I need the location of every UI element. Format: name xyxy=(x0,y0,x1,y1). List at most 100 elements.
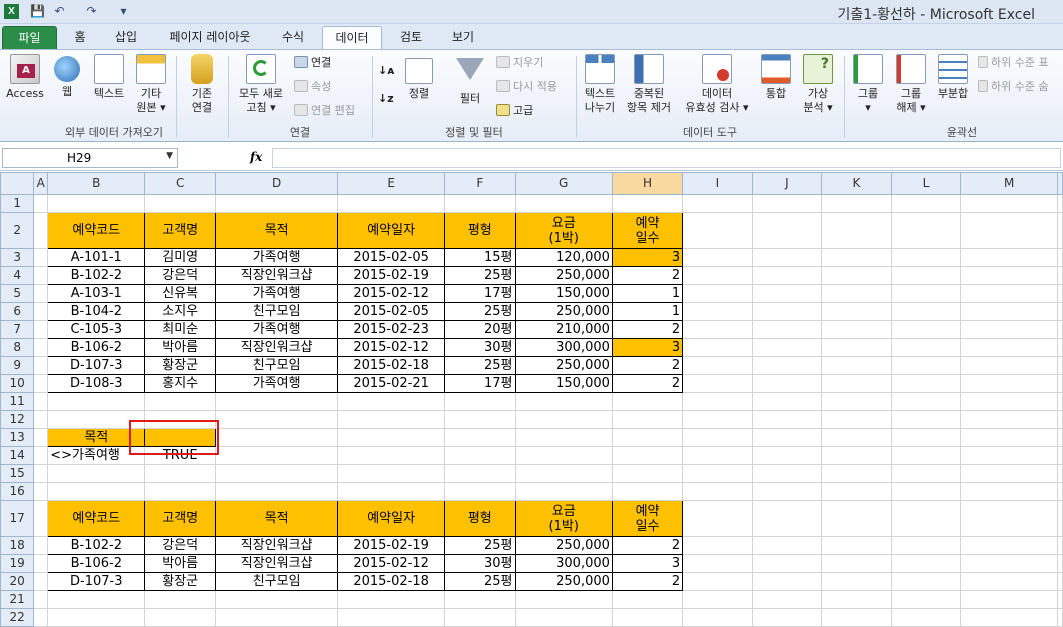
table-cell-b18[interactable]: B-102-2 xyxy=(47,536,146,555)
cell-j16[interactable] xyxy=(751,482,823,501)
cell-f16[interactable] xyxy=(444,482,516,501)
other-sources-button[interactable]: 기타 원본 ▾ xyxy=(132,54,170,115)
cell-k1[interactable] xyxy=(821,194,892,213)
cell-i12[interactable] xyxy=(682,410,753,429)
cell-m2[interactable] xyxy=(960,212,1058,249)
customize-qat-icon[interactable]: ▾ xyxy=(116,4,131,19)
table-cell-f8[interactable]: 30평 xyxy=(444,338,516,357)
cell-k2[interactable] xyxy=(821,212,892,249)
cell-m15[interactable] xyxy=(960,464,1058,483)
cell-m17[interactable] xyxy=(960,500,1058,537)
column-header-b[interactable]: B xyxy=(47,172,146,195)
column-header-d[interactable]: D xyxy=(215,172,339,195)
cell-h1[interactable] xyxy=(611,194,684,213)
cell-k13[interactable] xyxy=(821,428,892,447)
cell-j18[interactable] xyxy=(751,536,823,555)
table-cell-b7[interactable]: C-105-3 xyxy=(47,320,146,339)
table-cell-c10[interactable]: 홍지수 xyxy=(144,374,217,393)
cell-j5[interactable] xyxy=(751,284,823,303)
what-if-analysis-button[interactable]: ? 가상 분석 ▾ xyxy=(798,54,838,115)
table-header-cell[interactable]: 목적 xyxy=(215,212,339,249)
table-header-cell[interactable]: 예약 일수 xyxy=(611,212,684,249)
cell-a21[interactable] xyxy=(33,590,49,609)
table-cell-c6[interactable]: 소지우 xyxy=(144,302,217,321)
cell-c11[interactable] xyxy=(144,392,217,411)
cell-m18[interactable] xyxy=(960,536,1058,555)
table-cell-e18[interactable]: 2015-02-19 xyxy=(337,536,446,555)
cell-d14[interactable] xyxy=(215,446,339,465)
cell-c21[interactable] xyxy=(144,590,217,609)
cell-b11[interactable] xyxy=(47,392,146,411)
table-cell-f9[interactable]: 25평 xyxy=(444,356,516,375)
cell-l3[interactable] xyxy=(890,248,962,267)
cell-a18[interactable] xyxy=(33,536,49,555)
column-header-h[interactable]: H xyxy=(611,172,684,195)
table-header-cell[interactable]: 예약일자 xyxy=(337,500,446,537)
cell-k14[interactable] xyxy=(821,446,892,465)
cell-j2[interactable] xyxy=(751,212,823,249)
row-header-6[interactable]: 6 xyxy=(0,302,35,321)
row-header-22[interactable]: 22 xyxy=(0,608,35,627)
cell-e12[interactable] xyxy=(337,410,446,429)
row-header-12[interactable]: 12 xyxy=(0,410,35,429)
cell-k22[interactable] xyxy=(821,608,892,627)
row-header-17[interactable]: 17 xyxy=(0,500,35,537)
row-header-19[interactable]: 19 xyxy=(0,554,35,573)
cell-i19[interactable] xyxy=(682,554,753,573)
table-cell-f3[interactable]: 15평 xyxy=(444,248,516,267)
table-cell-g20[interactable]: 250,000 xyxy=(514,572,613,591)
table-cell-e7[interactable]: 2015-02-23 xyxy=(337,320,446,339)
cell-k6[interactable] xyxy=(821,302,892,321)
cell-a2[interactable] xyxy=(33,212,49,249)
cell-m22[interactable] xyxy=(960,608,1058,627)
cell-l11[interactable] xyxy=(890,392,962,411)
cell-i2[interactable] xyxy=(682,212,753,249)
cell-l12[interactable] xyxy=(890,410,962,429)
cell-i3[interactable] xyxy=(682,248,753,267)
consolidate-button[interactable]: 통합 xyxy=(758,54,794,101)
table-header-cell[interactable]: 고객명 xyxy=(144,500,217,537)
table-header-cell[interactable]: 예약코드 xyxy=(47,212,146,249)
cell-h15[interactable] xyxy=(611,464,684,483)
cell-a8[interactable] xyxy=(33,338,49,357)
cell-k18[interactable] xyxy=(821,536,892,555)
advanced-filter-button[interactable]: 고급 xyxy=(496,104,533,118)
cell-i17[interactable] xyxy=(682,500,753,537)
table-cell-e9[interactable]: 2015-02-18 xyxy=(337,356,446,375)
cell-i16[interactable] xyxy=(682,482,753,501)
cell-m11[interactable] xyxy=(960,392,1058,411)
row-header-16[interactable]: 16 xyxy=(0,482,35,501)
table-cell-c18[interactable]: 강은덕 xyxy=(144,536,217,555)
cell-i9[interactable] xyxy=(682,356,753,375)
table-cell-f18[interactable]: 25평 xyxy=(444,536,516,555)
table-cell-h4[interactable]: 2 xyxy=(611,266,684,285)
cell-g11[interactable] xyxy=(514,392,613,411)
table-cell-g18[interactable]: 250,000 xyxy=(514,536,613,555)
cell-a3[interactable] xyxy=(33,248,49,267)
cell-g21[interactable] xyxy=(514,590,613,609)
table-header-cell[interactable]: 평형 xyxy=(444,212,516,249)
table-header-cell[interactable]: 예약코드 xyxy=(47,500,146,537)
cell-j9[interactable] xyxy=(751,356,823,375)
cell-i18[interactable] xyxy=(682,536,753,555)
cell-h11[interactable] xyxy=(611,392,684,411)
tab-review[interactable]: 검토 xyxy=(388,26,434,49)
table-cell-b5[interactable]: A-103-1 xyxy=(47,284,146,303)
table-cell-c3[interactable]: 김미영 xyxy=(144,248,217,267)
cell-j22[interactable] xyxy=(751,608,823,627)
cell-h12[interactable] xyxy=(611,410,684,429)
table-cell-f4[interactable]: 25평 xyxy=(444,266,516,285)
cell-f21[interactable] xyxy=(444,590,516,609)
cell-e13[interactable] xyxy=(337,428,446,447)
cell-i14[interactable] xyxy=(682,446,753,465)
cell-b16[interactable] xyxy=(47,482,146,501)
text-to-columns-button[interactable]: 텍스트 나누기 xyxy=(580,54,620,115)
row-header-10[interactable]: 10 xyxy=(0,374,35,393)
cell-c22[interactable] xyxy=(144,608,217,627)
table-cell-h3[interactable]: 3 xyxy=(611,248,684,267)
tab-insert[interactable]: 삽입 xyxy=(104,26,148,49)
cell-j20[interactable] xyxy=(751,572,823,591)
cell-d15[interactable] xyxy=(215,464,339,483)
cell-g22[interactable] xyxy=(514,608,613,627)
sort-button[interactable]: 정렬 xyxy=(402,58,436,101)
